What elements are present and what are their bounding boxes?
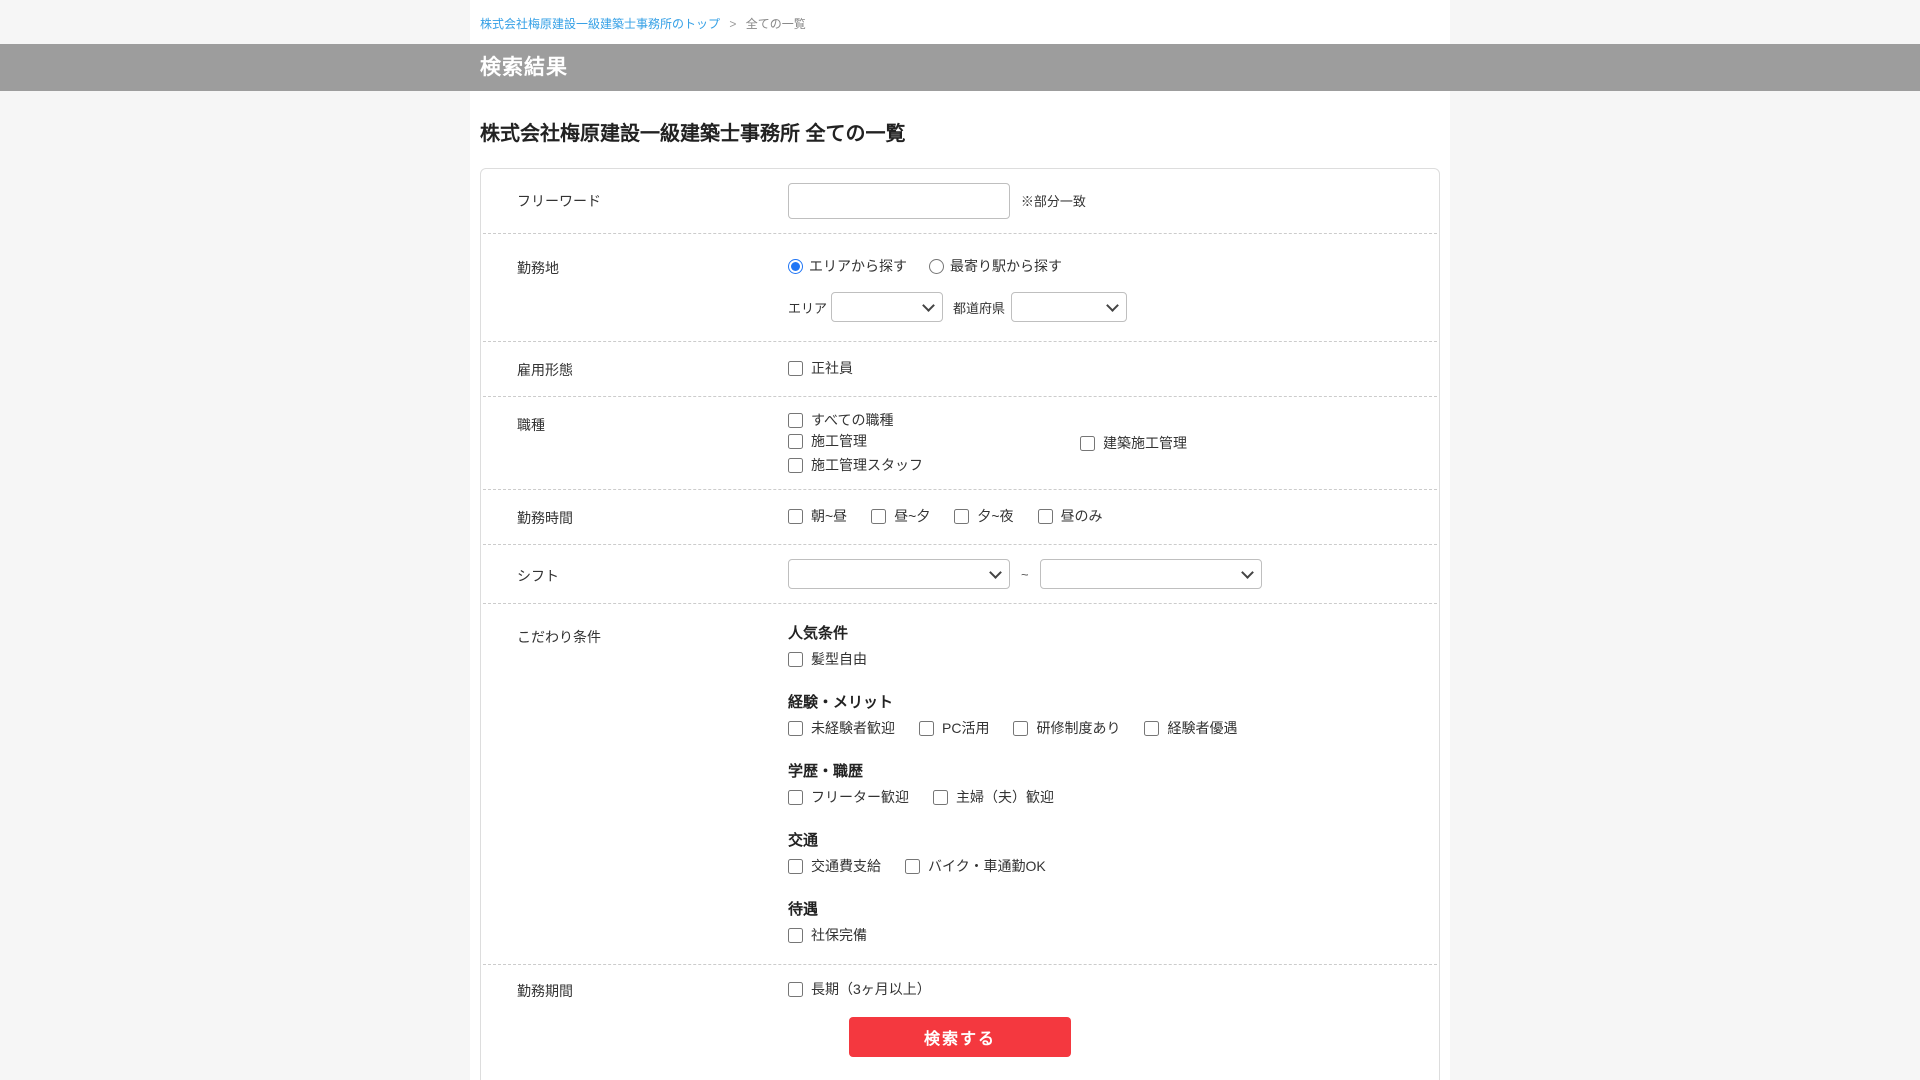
pref-group-transport: 交通 交通費支給 バイク・車通勤OK xyxy=(788,829,1415,877)
radio-search-by-area-input[interactable] xyxy=(788,258,803,274)
form-row-period: 勤務期間 長期（3ヶ月以上） xyxy=(483,965,1437,1007)
form-row-worktime: 勤務時間 朝~昼 昼~夕 夕~夜 昼のみ xyxy=(483,490,1437,545)
checkbox-social-insurance-input[interactable] xyxy=(788,928,803,943)
area-select[interactable] xyxy=(831,292,944,322)
form-row-employment: 雇用形態 正社員 xyxy=(483,342,1437,397)
checkbox-morning-noon-input[interactable] xyxy=(788,509,803,524)
checkbox-all-jobtypes-input[interactable] xyxy=(788,413,803,428)
search-button[interactable]: 検索する xyxy=(849,1017,1071,1057)
checkbox-no-experience-welcome[interactable]: 未経験者歓迎 xyxy=(788,718,895,739)
freeword-input[interactable] xyxy=(788,183,1010,219)
freeword-note: ※部分一致 xyxy=(1020,194,1086,209)
breadcrumb-separator: > xyxy=(729,17,737,31)
checkbox-freeter-welcome-input[interactable] xyxy=(788,790,803,805)
shift-range-separator: ~ xyxy=(1021,566,1029,582)
checkbox-no-experience-welcome-input[interactable] xyxy=(788,721,803,736)
results-banner: 検索結果 xyxy=(0,44,1920,91)
checkbox-transport-allowance-input[interactable] xyxy=(788,859,803,874)
pref-group-benefits: 待遇 社保完備 xyxy=(788,898,1415,946)
breadcrumb-home-link[interactable]: 株式会社梅原建設一級建築士事務所のトップ xyxy=(480,17,720,31)
breadcrumb: 株式会社梅原建設一級建築士事務所のトップ > 全ての一覧 xyxy=(480,0,1440,44)
checkbox-daytime-only-input[interactable] xyxy=(1037,509,1053,524)
radio-search-by-station[interactable]: 最寄り駅から探す xyxy=(929,256,1062,276)
checkbox-transport-allowance[interactable]: 交通費支給 xyxy=(788,856,881,877)
pref-group-education: 学歴・職歴 フリーター歓迎 主婦（夫）歓迎 xyxy=(788,760,1415,808)
checkbox-long-term-input[interactable] xyxy=(788,981,803,997)
checkbox-pc-use-input[interactable] xyxy=(919,721,934,736)
period-label: 勤務期間 xyxy=(517,983,573,999)
pref-heading-transport: 交通 xyxy=(788,832,819,849)
checkbox-evening-night[interactable]: 夕~夜 xyxy=(954,506,1014,527)
pref-heading-education: 学歴・職歴 xyxy=(788,763,864,780)
shift-to-select[interactable] xyxy=(1039,559,1262,589)
checkbox-hairstyle-free-input[interactable] xyxy=(788,652,803,667)
checkbox-daytime-only[interactable]: 昼のみ xyxy=(1037,506,1103,527)
checkbox-construction-management-staff[interactable]: 施工管理スタッフ xyxy=(788,455,923,476)
submit-row: 検索する xyxy=(481,1007,1439,1080)
banner-title: 検索結果 xyxy=(480,56,568,79)
form-row-shift: シフト ~ xyxy=(483,545,1437,604)
checkbox-housewife-welcome-input[interactable] xyxy=(933,790,948,805)
checkbox-long-term[interactable]: 長期（3ヶ月以上） xyxy=(788,979,931,999)
checkbox-bike-car-commute-input[interactable] xyxy=(905,859,920,874)
checkbox-construction-management[interactable]: 施工管理 xyxy=(788,431,867,452)
prefecture-select-label: 都道府県 xyxy=(953,300,1006,316)
radio-search-by-station-input[interactable] xyxy=(929,258,944,274)
pref-group-popular: 人気条件 髪型自由 xyxy=(788,622,1415,670)
checkbox-full-time-input[interactable] xyxy=(788,360,803,376)
pref-group-experience: 経験・メリット 未経験者歓迎 PC活用 研修制度あり 経験者優遇 xyxy=(788,691,1415,739)
freeword-label: フリーワード xyxy=(517,193,601,209)
checkbox-construction-management-staff-input[interactable] xyxy=(788,458,803,473)
prefecture-select[interactable] xyxy=(1011,292,1128,322)
checkbox-training-system-input[interactable] xyxy=(1013,721,1029,736)
checkbox-training-system[interactable]: 研修制度あり xyxy=(1013,718,1120,739)
location-label: 勤務地 xyxy=(517,260,559,276)
employment-label: 雇用形態 xyxy=(517,362,573,378)
preferences-label: こだわり条件 xyxy=(517,629,601,645)
page-title: 株式会社梅原建設一級建築士事務所 全ての一覧 xyxy=(480,123,906,145)
checkbox-social-insurance[interactable]: 社保完備 xyxy=(788,925,867,946)
checkbox-bike-car-commute[interactable]: バイク・車通勤OK xyxy=(905,856,1046,877)
jobtype-label: 職種 xyxy=(517,417,545,433)
checkbox-noon-evening-input[interactable] xyxy=(871,509,887,524)
pref-heading-popular: 人気条件 xyxy=(788,625,849,642)
checkbox-architecture-construction-management-input[interactable] xyxy=(1080,435,1095,451)
checkbox-hairstyle-free[interactable]: 髪型自由 xyxy=(788,649,867,670)
checkbox-experienced-preferred-input[interactable] xyxy=(1144,721,1160,736)
area-select-label: エリア xyxy=(788,300,828,316)
checkbox-full-time[interactable]: 正社員 xyxy=(788,358,853,378)
worktime-label: 勤務時間 xyxy=(517,510,573,526)
form-row-preferences: こだわり条件 人気条件 髪型自由 経験・メリット 未経験者歓迎 PC活用 研修制… xyxy=(483,604,1437,965)
shift-label: シフト xyxy=(517,568,559,584)
checkbox-freeter-welcome[interactable]: フリーター歓迎 xyxy=(788,787,909,808)
checkbox-pc-use[interactable]: PC活用 xyxy=(919,718,989,739)
checkbox-evening-night-input[interactable] xyxy=(954,509,970,524)
checkbox-architecture-construction-management[interactable]: 建築施工管理 xyxy=(1080,431,1187,455)
checkbox-housewife-welcome[interactable]: 主婦（夫）歓迎 xyxy=(933,787,1054,808)
form-row-jobtype: 職種 すべての職種 施工管理 建築施工管理 施工管理スタッフ xyxy=(483,397,1437,490)
breadcrumb-current: 全ての一覧 xyxy=(745,17,806,31)
pref-heading-experience: 経験・メリット xyxy=(788,694,894,711)
shift-from-select[interactable] xyxy=(788,559,1010,589)
form-row-location: 勤務地 エリアから探す 最寄り駅から探す エリア 都道府県 xyxy=(483,234,1437,342)
checkbox-construction-management-input[interactable] xyxy=(788,434,803,449)
checkbox-all-jobtypes[interactable]: すべての職種 xyxy=(788,410,893,431)
checkbox-noon-evening[interactable]: 昼~夕 xyxy=(871,506,930,527)
checkbox-morning-noon[interactable]: 朝~昼 xyxy=(788,506,847,527)
radio-search-by-area[interactable]: エリアから探す xyxy=(788,256,907,276)
form-row-freeword: フリーワード ※部分一致 xyxy=(483,169,1437,234)
checkbox-experienced-preferred[interactable]: 経験者優遇 xyxy=(1144,718,1237,739)
pref-heading-benefits: 待遇 xyxy=(788,901,819,918)
search-form-card: フリーワード ※部分一致 勤務地 エリアから探す 最寄り駅から探す エリア 都道… xyxy=(480,168,1440,1080)
